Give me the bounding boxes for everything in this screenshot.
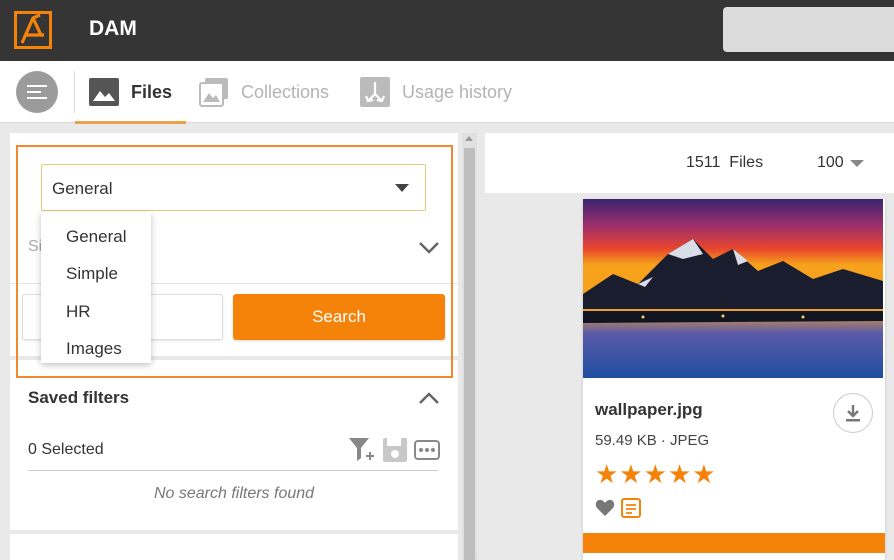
caret-down-icon	[395, 184, 409, 192]
file-thumbnail[interactable]	[583, 199, 883, 378]
chevron-up-icon[interactable]	[418, 388, 440, 410]
app-title: DAM	[89, 17, 137, 40]
menu-line	[27, 97, 47, 99]
dropdown-option-images[interactable]: Images	[41, 331, 151, 369]
nav-bar: Files Collections Usage history	[0, 61, 894, 124]
menu-toggle-button[interactable]	[16, 71, 58, 113]
rating-stars[interactable]: ★★★★★	[595, 459, 717, 489]
saved-filters-title: Saved filters	[28, 388, 130, 407]
search-form-select[interactable]: General	[41, 164, 426, 211]
chevron-down-icon[interactable]	[418, 236, 440, 258]
form-dropdown-menu: General Simple HR Images	[41, 212, 151, 363]
tab-collections[interactable]: Collections	[199, 61, 329, 123]
scrollbar-thumb[interactable]	[464, 148, 475, 560]
empty-filters-message: No search filters found	[153, 485, 315, 502]
notes-icon[interactable]	[621, 498, 641, 523]
more-options-icon[interactable]	[414, 437, 440, 463]
file-meta: 59.49 KB · JPEG	[595, 432, 710, 449]
search-button[interactable]: Search	[233, 294, 445, 340]
files-count-number: 1511	[686, 154, 721, 171]
usage-history-icon	[360, 77, 390, 107]
card-status-bar	[583, 533, 885, 553]
dam-logo-icon[interactable]	[14, 11, 52, 49]
dropdown-option-hr[interactable]: HR	[41, 293, 151, 331]
file-name[interactable]: wallpaper.jpg	[595, 400, 703, 420]
collections-icon	[199, 77, 229, 107]
select-value: General	[52, 179, 113, 198]
caret-down-icon[interactable]	[850, 160, 864, 167]
add-filter-icon[interactable]	[348, 437, 374, 463]
download-button[interactable]	[833, 393, 873, 433]
files-count: 1511 Files	[686, 154, 763, 172]
tab-label: Usage history	[402, 81, 513, 102]
scroll-up-icon[interactable]	[465, 136, 473, 141]
tab-files[interactable]: Files	[75, 61, 187, 124]
tab-label: Collections	[241, 81, 330, 102]
tab-usage-history[interactable]: Usage history	[360, 61, 512, 123]
section-gap	[10, 530, 458, 534]
divider	[28, 470, 438, 471]
save-filter-icon[interactable]	[382, 437, 408, 463]
dropdown-option-general[interactable]: General	[41, 218, 151, 256]
menu-line	[27, 91, 41, 93]
heart-icon[interactable]	[595, 499, 615, 522]
files-count-label: Files	[729, 154, 764, 171]
dropdown-option-simple[interactable]: Simple	[41, 256, 151, 294]
tab-label: Files	[131, 81, 173, 102]
menu-line	[27, 85, 47, 87]
page-size-select[interactable]: 100	[817, 154, 844, 172]
top-bar: DAM	[0, 0, 894, 61]
image-icon	[89, 77, 119, 107]
download-icon	[846, 405, 860, 422]
selected-count: 0 Selected	[28, 441, 104, 458]
global-search-box[interactable]	[723, 7, 894, 52]
